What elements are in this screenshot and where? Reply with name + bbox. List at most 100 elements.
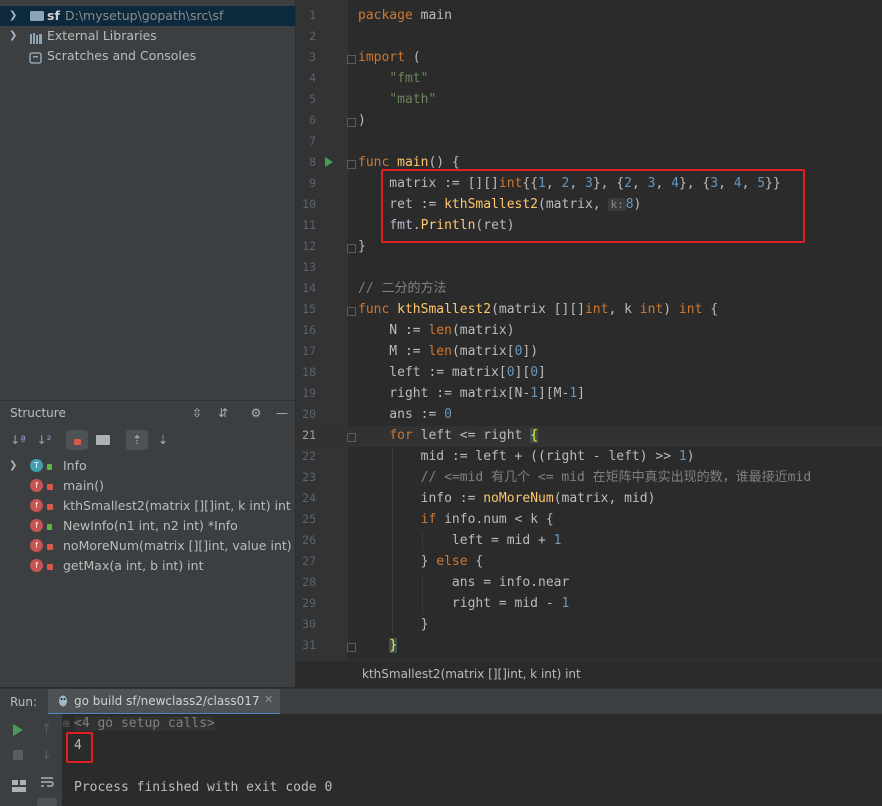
line-number: 6 <box>309 113 316 127</box>
collapse-all-icon[interactable]: ⇵ <box>215 405 231 421</box>
fold-icon[interactable] <box>347 118 356 127</box>
code-line: } <box>358 617 429 632</box>
fold-icon[interactable] <box>347 643 356 652</box>
line-number: 3 <box>309 50 316 64</box>
line-number: 22 <box>302 449 316 463</box>
fold-icon[interactable] <box>347 307 356 316</box>
project-tree-panel: ❯ sf D:\mysetup\gopath\src\sf ❯ External… <box>0 0 295 400</box>
chevron-right-icon[interactable]: ❯ <box>9 6 21 26</box>
structure-item[interactable]: f kthSmallest2(matrix [][]int, k int) in… <box>0 496 295 516</box>
code-line: import ( <box>358 50 421 65</box>
line-number: 13 <box>302 260 316 274</box>
lock-icon <box>47 484 53 490</box>
layout-icon[interactable] <box>12 780 26 792</box>
fold-icon[interactable] <box>347 244 356 253</box>
autoscroll-to-source-icon[interactable]: ⇡ <box>126 430 148 450</box>
structure-item[interactable]: ❯ T Info <box>0 456 295 476</box>
code-line: right = mid - 1 <box>358 596 570 611</box>
lock-icon <box>47 504 53 510</box>
down-arrow-icon[interactable]: ↓ <box>41 748 52 763</box>
function-badge-icon: f <box>30 519 43 532</box>
gopher-icon <box>58 694 68 707</box>
tree-scratches[interactable]: Scratches and Consoles <box>0 46 295 66</box>
structure-item[interactable]: f getMax(a int, b int) int <box>0 556 295 576</box>
line-number: 9 <box>309 176 316 190</box>
show-private-toggle[interactable] <box>66 430 88 450</box>
run-toolbar: Run: go build sf/newclass2/class017 ✕ <box>0 688 882 715</box>
tree-external-libraries[interactable]: ❯ External Libraries <box>0 26 295 46</box>
code-line: right := matrix[N-1][M-1] <box>358 386 585 401</box>
line-number: 24 <box>302 491 316 505</box>
expand-all-icon[interactable]: ⇳ <box>189 405 205 421</box>
code-line: left = mid + 1 <box>358 533 562 548</box>
run-gutter-icon[interactable] <box>325 157 333 167</box>
lock-icon <box>74 439 81 445</box>
line-number: 19 <box>302 386 316 400</box>
code-line: left := matrix[0][0] <box>358 365 546 380</box>
structure-item[interactable]: f main() <box>0 476 295 496</box>
console-output[interactable]: ⊞ <4 go setup calls> 4 Process finished … <box>62 714 882 806</box>
sort-alpha-icon[interactable]: ↓ª <box>10 432 26 448</box>
code-line: N := len(matrix) <box>358 323 515 338</box>
line-number: 31 <box>302 638 316 652</box>
line-number: 25 <box>302 512 316 526</box>
fold-icon[interactable] <box>347 55 356 64</box>
code-line: if info.num < k { <box>420 512 554 527</box>
scroll-to-end-icon[interactable] <box>37 798 57 806</box>
autoscroll-from-source-icon[interactable]: ⇣ <box>155 432 171 448</box>
chevron-right-icon[interactable]: ❯ <box>9 456 17 476</box>
process-finished-text: Process finished with exit code 0 <box>74 780 333 795</box>
function-badge-icon: f <box>30 539 43 552</box>
line-number: 28 <box>302 575 316 589</box>
line-number: 29 <box>302 596 316 610</box>
structure-item-label: noMoreNum(matrix [][]int, value int) *In… <box>63 538 295 553</box>
line-number: 8 <box>309 155 316 169</box>
hide-icon[interactable]: — <box>274 405 290 421</box>
line-number: 15 <box>302 302 316 316</box>
close-icon[interactable]: ✕ <box>264 693 273 706</box>
structure-item-label: Info <box>63 458 87 473</box>
line-number: 7 <box>309 134 316 148</box>
line-number: 12 <box>302 239 316 253</box>
line-number: 10 <box>302 197 316 211</box>
chevron-right-icon[interactable]: ❯ <box>9 26 21 46</box>
line-number: 2 <box>309 29 316 43</box>
code-line: // 二分的方法 <box>358 281 447 296</box>
line-number: 4 <box>309 71 316 85</box>
setup-calls-fold[interactable]: <4 go setup calls> <box>74 716 215 731</box>
code-line: func kthSmallest2(matrix [][]int, k int)… <box>358 302 719 317</box>
breadcrumb-item[interactable]: kthSmallest2(matrix [][]int, k int) int <box>362 667 581 681</box>
line-number: 11 <box>302 218 316 232</box>
folder-view-icon[interactable] <box>96 435 110 445</box>
structure-item[interactable]: f noMoreNum(matrix [][]int, value int) *… <box>0 536 295 556</box>
code-line: "fmt" <box>389 71 429 86</box>
code-line: // <=mid 有几个 <= mid 在矩阵中真实出现的数，谁最接近mid <box>420 470 812 485</box>
code-line: info := noMoreNum(matrix, mid) <box>358 491 656 506</box>
structure-title: Structure <box>10 406 66 420</box>
stop-icon[interactable] <box>13 750 23 760</box>
expand-icon[interactable]: ⊞ <box>63 717 70 730</box>
up-arrow-icon[interactable]: ↑ <box>41 722 52 737</box>
rerun-icon[interactable] <box>13 724 23 736</box>
soft-wrap-icon[interactable] <box>39 774 55 790</box>
run-tab[interactable]: go build sf/newclass2/class017 ✕ <box>48 689 280 715</box>
code-line: for left <= right { <box>389 428 539 443</box>
structure-item[interactable]: f NewInfo(n1 int, n2 int) *Info <box>0 516 295 536</box>
gear-icon[interactable]: ⚙ <box>248 405 264 421</box>
structure-item-label: main() <box>63 478 104 493</box>
public-icon <box>47 524 52 530</box>
line-number: 21 <box>302 428 316 442</box>
breadcrumb[interactable]: kthSmallest2(matrix [][]int, k int) int <box>296 660 882 687</box>
root-folder-name: sf <box>47 8 60 23</box>
type-badge-icon: T <box>30 459 43 472</box>
structure-item-label: NewInfo(n1 int, n2 int) *Info <box>63 518 238 533</box>
line-number: 26 <box>302 533 316 547</box>
folder-icon <box>30 11 44 21</box>
sort-visibility-icon[interactable]: ↓² <box>36 432 52 448</box>
tree-root-sf[interactable]: ❯ sf D:\mysetup\gopath\src\sf <box>0 6 295 26</box>
function-badge-icon: f <box>30 559 43 572</box>
fold-icon[interactable] <box>347 433 356 442</box>
run-side-toolbar: ↑ ↓ <box>0 714 62 806</box>
line-number: 27 <box>302 554 316 568</box>
fold-icon[interactable] <box>347 160 356 169</box>
